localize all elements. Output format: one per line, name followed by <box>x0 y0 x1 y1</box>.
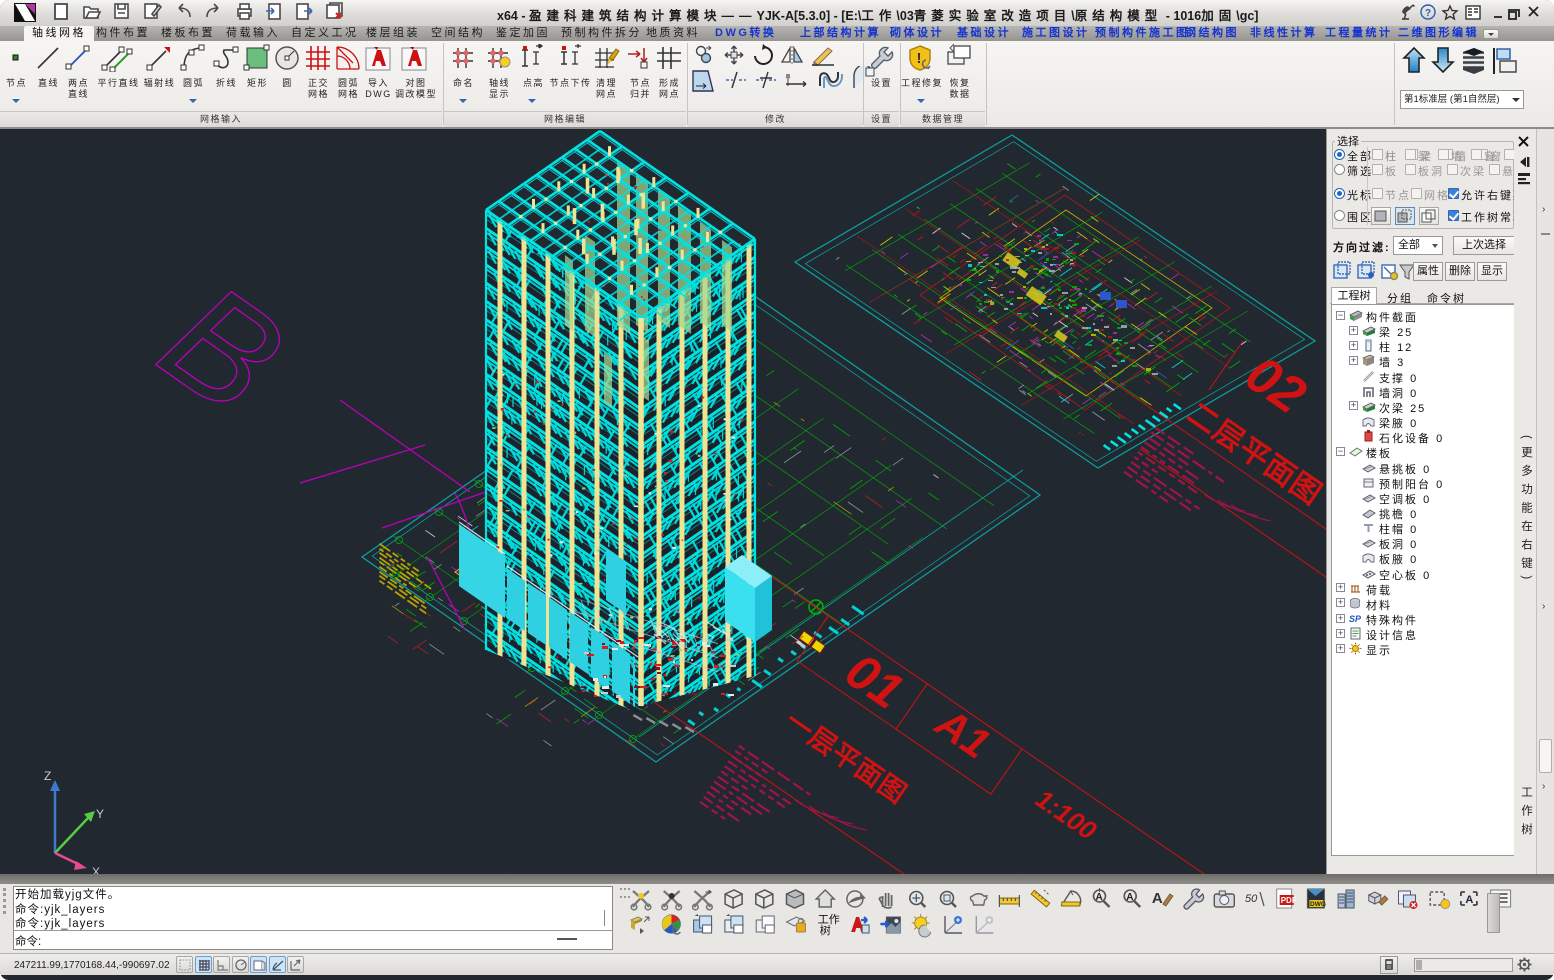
svg-text:X: X <box>92 865 100 874</box>
svg-text:50: 50 <box>1245 893 1258 905</box>
svg-text:!: ! <box>917 50 922 67</box>
svg-text:SP: SP <box>1349 614 1362 624</box>
svg-text:Y: Y <box>96 807 104 821</box>
svg-text:Z: Z <box>44 769 51 783</box>
svg-text:A: A <box>1126 892 1133 903</box>
svg-text:树: 树 <box>820 923 831 937</box>
svg-text:A: A <box>1096 892 1103 903</box>
svg-text:PDF: PDF <box>1281 896 1297 905</box>
svg-text:A: A <box>1152 890 1163 907</box>
svg-text:?: ? <box>1425 8 1431 19</box>
svg-text:A: A <box>1465 894 1473 906</box>
svg-text:DWG: DWG <box>1310 901 1326 908</box>
